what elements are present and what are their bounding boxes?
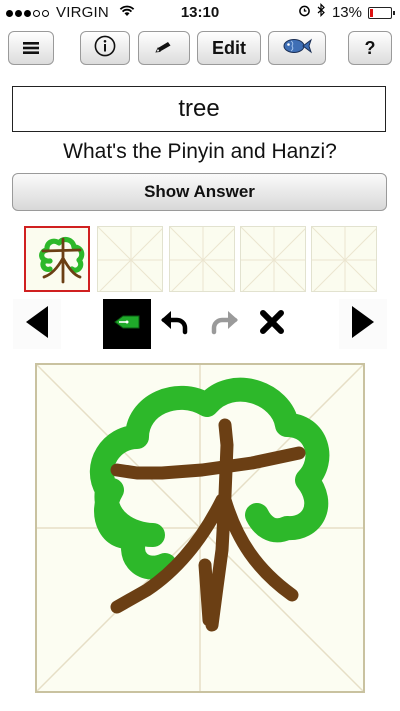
fish-button[interactable] <box>268 31 326 65</box>
info-icon <box>94 35 116 62</box>
next-button[interactable] <box>339 299 387 349</box>
menu-button[interactable] <box>8 31 54 65</box>
word-display: tree <box>12 86 386 132</box>
thumbnail-4[interactable] <box>240 226 306 292</box>
thumbnail-grid <box>170 227 234 291</box>
edit-button[interactable]: Edit <box>197 31 261 65</box>
pen-tool-button[interactable] <box>103 299 151 349</box>
question-text: What's the Pinyin and Hanzi? <box>63 140 337 163</box>
thumbnail-3[interactable] <box>169 226 235 292</box>
pencil-icon <box>155 38 173 59</box>
redo-button[interactable] <box>202 299 246 349</box>
info-button[interactable] <box>80 31 130 65</box>
canvas-drawing <box>37 365 363 691</box>
character-thumbnails <box>24 226 384 294</box>
alarm-icon <box>298 0 311 26</box>
bluetooth-icon <box>317 0 326 26</box>
menu-icon <box>23 38 39 59</box>
next-arrow-icon <box>350 305 376 344</box>
thumbnail-grid <box>312 227 376 291</box>
thumbnail-drawing <box>39 236 85 284</box>
undo-button[interactable] <box>153 299 197 349</box>
thumbnail-grid <box>241 227 305 291</box>
thumbnail-grid <box>98 227 162 291</box>
undo-icon <box>160 309 190 340</box>
status-bar: VIRGIN 13:10 13% <box>0 0 400 26</box>
fish-icon <box>282 37 312 60</box>
previous-button[interactable] <box>13 299 61 349</box>
help-button[interactable]: ? <box>348 31 392 65</box>
clear-button[interactable] <box>250 299 294 349</box>
thumbnail-2[interactable] <box>97 226 163 292</box>
pencil-button[interactable] <box>138 31 190 65</box>
pen-icon <box>113 314 141 335</box>
thumbnail-1[interactable] <box>24 226 90 292</box>
clear-icon <box>260 309 284 339</box>
status-right: 13% <box>298 0 395 26</box>
show-answer-button[interactable]: Show Answer <box>12 173 387 211</box>
battery-percent: 13% <box>331 4 362 21</box>
top-toolbar: Edit ? <box>0 28 400 70</box>
battery-icon <box>368 7 395 19</box>
thumbnail-5[interactable] <box>311 226 377 292</box>
prev-arrow-icon <box>24 305 50 344</box>
drawing-canvas[interactable] <box>35 363 365 693</box>
redo-icon <box>209 309 239 340</box>
